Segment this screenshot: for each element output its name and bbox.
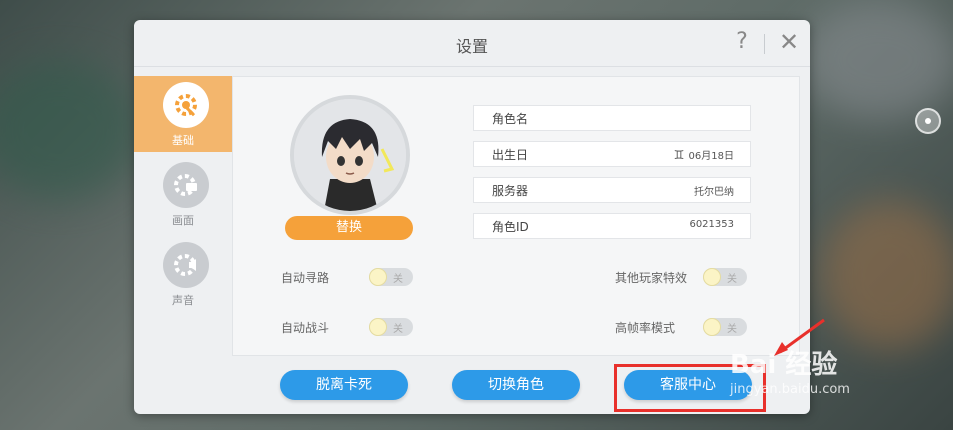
toggle-state: 关 — [393, 324, 403, 335]
info-label: 角色名 — [492, 112, 529, 126]
toggle-label-auto-battle: 自动战斗 — [281, 321, 330, 335]
sidebar-item-label: 声音 — [172, 294, 194, 307]
toggle-knob — [369, 268, 387, 286]
close-icon[interactable]: ✕ — [777, 28, 801, 56]
settings-dialog: 设置 ? ✕ 基础 画面 声音 替换 角色名 出生日 ♊ 06月18日 服务器 … — [134, 20, 810, 414]
info-label: 服务器 — [492, 184, 529, 198]
info-label: 出生日 — [492, 148, 529, 162]
sidebar-item-basic[interactable]: 基础 — [134, 76, 232, 152]
toggle-label-auto-path: 自动寻路 — [281, 271, 330, 285]
watermark-url: jingyan.baidu.com — [730, 382, 850, 397]
gear-speaker-icon — [163, 242, 209, 288]
background-scene — [820, 200, 953, 350]
auto-battle-toggle[interactable]: 关 — [369, 318, 413, 336]
auto-path-toggle[interactable]: 关 — [369, 268, 413, 286]
sidebar-item-label: 基础 — [172, 134, 194, 147]
switch-role-button[interactable]: 切换角色 — [452, 370, 580, 400]
unstuck-button[interactable]: 脱离卡死 — [280, 370, 408, 400]
dialog-title: 设置 — [455, 37, 488, 56]
gemini-icon: ♊ — [673, 148, 685, 162]
info-row-role-id: 角色ID 6021353 — [473, 213, 751, 239]
background-foliage — [0, 60, 140, 200]
info-value: 6021353 — [689, 219, 734, 230]
swap-avatar-button[interactable]: 替换 — [285, 216, 413, 240]
divider — [764, 34, 765, 54]
basic-settings-panel: 替换 角色名 出生日 ♊ 06月18日 服务器 托尔巴纳 角色ID 6021353… — [232, 76, 800, 356]
sidebar-item-label: 画面 — [172, 214, 194, 227]
toggle-state: 关 — [393, 274, 403, 285]
toggle-label-other-effects: 其他玩家特效 — [615, 271, 688, 285]
joystick-button[interactable] — [915, 108, 941, 134]
watermark-text: Bai 经验 — [730, 350, 838, 380]
other-effects-toggle[interactable]: 关 — [703, 268, 747, 286]
watermark: Bai 经验 jingyan.baidu.com — [730, 344, 950, 414]
sidebar-item-display[interactable]: 画面 — [134, 156, 232, 232]
toggle-knob — [703, 268, 721, 286]
toggle-label-high-fps: 高帧率模式 — [615, 321, 676, 335]
toggle-knob — [369, 318, 387, 336]
sidebar-item-sound[interactable]: 声音 — [134, 236, 232, 312]
toggle-state: 关 — [727, 324, 737, 335]
gear-wrench-icon — [163, 82, 209, 128]
info-row-server: 服务器 托尔巴纳 — [473, 177, 751, 203]
toggle-knob — [703, 318, 721, 336]
info-row-role-name: 角色名 — [473, 105, 751, 131]
toggle-state: 关 — [727, 274, 737, 285]
info-value: ♊ 06月18日 — [674, 147, 734, 162]
avatar — [290, 95, 410, 215]
birthday-value: 06月18日 — [688, 151, 734, 162]
info-label: 角色ID — [492, 220, 529, 234]
high-fps-toggle[interactable]: 关 — [703, 318, 747, 336]
background-building — [800, 0, 953, 120]
title-bar: 设置 ? ✕ — [134, 20, 810, 67]
info-row-birthday: 出生日 ♊ 06月18日 — [473, 141, 751, 167]
question-mark-icon[interactable]: ? — [732, 29, 752, 54]
gear-monitor-icon — [163, 162, 209, 208]
info-value: 托尔巴纳 — [694, 187, 734, 198]
